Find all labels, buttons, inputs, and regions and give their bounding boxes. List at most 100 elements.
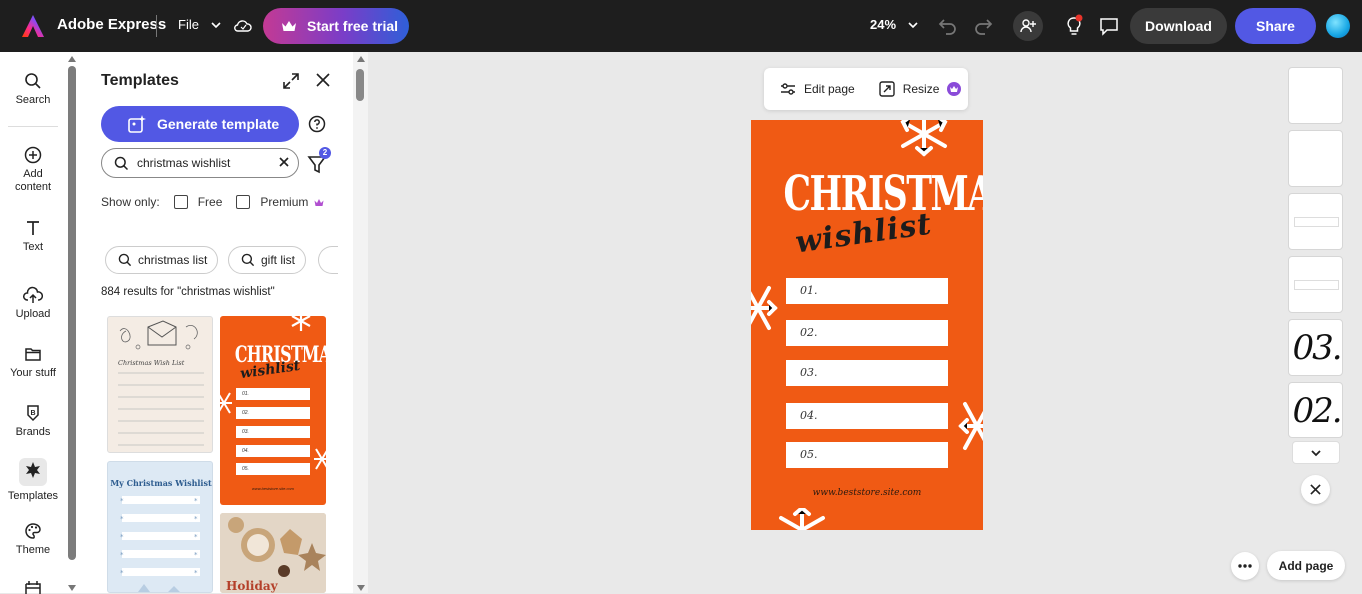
svg-text:*: *	[120, 515, 124, 523]
page-thumbnail-3[interactable]	[1288, 193, 1343, 250]
close-pages-button[interactable]	[1301, 475, 1330, 504]
redo-icon[interactable]	[971, 14, 995, 38]
rail-scrollbar-thumb[interactable]	[68, 66, 76, 560]
thumb-strip: 01.	[236, 388, 310, 400]
template-thumb-holiday-cookies[interactable]: Holiday	[220, 513, 326, 593]
active-indicator	[19, 458, 47, 486]
start-free-trial-button[interactable]: Start free trial	[263, 8, 409, 44]
chevron-down-icon	[1311, 449, 1321, 456]
expand-icon[interactable]	[282, 72, 300, 90]
free-checkbox[interactable]	[173, 195, 188, 209]
templates-icon	[26, 462, 40, 478]
rail-label: Brands	[15, 426, 51, 438]
thumb-strip: 02.	[236, 407, 310, 419]
scroll-up-icon[interactable]	[68, 56, 76, 62]
svg-text:*: *	[120, 533, 124, 541]
generate-template-button[interactable]: Generate template	[101, 106, 299, 142]
page-thumbnail-5[interactable]: 03.	[1288, 319, 1343, 376]
panel-scrollbar-thumb[interactable]	[356, 69, 364, 101]
wishlist-strip-2[interactable]: 02.	[786, 320, 948, 346]
edit-page-button[interactable]: Edit page	[780, 82, 855, 96]
chip-label: gift list	[261, 253, 296, 267]
crown-icon	[282, 21, 296, 31]
cloud-sync-icon[interactable]	[233, 16, 253, 36]
thumb-strip	[1295, 218, 1338, 226]
list-lines: * * * * * * * * * *	[120, 496, 200, 592]
wishlist-strip-1[interactable]: 01.	[786, 278, 948, 304]
thumb-title: My Christmas Wishlist	[110, 478, 212, 488]
avatar[interactable]	[1326, 14, 1350, 38]
template-thumb-christmas-wishlist-orange[interactable]: CHRISTMAS wishlist 01. 02. 03. 04. 05. w…	[220, 316, 326, 505]
template-thumb-my-christmas-wishlist[interactable]: My Christmas Wishlist * * * * * * * * * *	[107, 461, 213, 593]
wishlist-strip-4[interactable]: 04.	[786, 403, 948, 429]
rail-item-search[interactable]: Search	[0, 72, 66, 106]
more-options-button[interactable]	[1231, 552, 1259, 580]
rail-item-text[interactable]: Text	[0, 219, 66, 253]
share-button[interactable]: Share	[1235, 8, 1316, 44]
rail-item-theme[interactable]: Theme	[0, 522, 66, 556]
thumb-strip: 03.	[236, 426, 310, 438]
comment-icon[interactable]	[1097, 14, 1121, 38]
clear-search-icon[interactable]	[278, 156, 290, 168]
search-icon	[114, 156, 129, 170]
svg-text:*: *	[194, 551, 198, 559]
snowflake-icon	[220, 392, 232, 414]
rail-label: Search	[15, 94, 51, 106]
generate-label: Generate template	[157, 116, 280, 132]
search-icon	[25, 73, 41, 89]
chevron-down-icon	[211, 21, 221, 28]
close-icon[interactable]	[315, 72, 331, 88]
page-thumbnail-1[interactable]	[1288, 67, 1343, 124]
zoom-dropdown[interactable]: 24%	[870, 17, 918, 32]
rail-item-templates[interactable]: Templates	[0, 458, 66, 502]
svg-text:*: *	[120, 569, 124, 577]
suggestion-chip-partial[interactable]	[318, 246, 338, 274]
plus-circle-icon	[24, 146, 42, 164]
panel-scrollbar[interactable]	[353, 52, 368, 593]
template-search-input[interactable]: christmas wishlist	[101, 148, 299, 178]
suggestion-chip-gift-list[interactable]: gift list	[228, 246, 307, 274]
wishlist-strip-5[interactable]: 05.	[786, 442, 948, 468]
undo-icon[interactable]	[936, 14, 960, 38]
calendar-icon[interactable]	[24, 580, 42, 594]
rail-label: Upload	[15, 308, 51, 320]
design-url[interactable]: www.beststore.site.com	[751, 488, 983, 498]
file-label: File	[178, 17, 199, 32]
template-thumb-christmas-wish-list[interactable]: Christmas Wish List	[107, 316, 213, 453]
show-only-label: Show only:	[101, 195, 160, 209]
rail-item-brands[interactable]: B Brands	[0, 404, 66, 438]
page-thumbnail-2[interactable]	[1288, 130, 1343, 187]
text-icon	[27, 221, 39, 235]
rail-item-your-stuff[interactable]: Your stuff	[0, 345, 66, 379]
free-label: Free	[197, 195, 223, 209]
page-thumbnail-6[interactable]: 02.	[1288, 382, 1343, 438]
scroll-pages-down-button[interactable]	[1292, 441, 1340, 464]
search-icon	[241, 253, 255, 267]
rail-item-add-content[interactable]: Add content	[0, 146, 66, 194]
scroll-down-icon[interactable]	[357, 585, 365, 591]
page-thumbnail-4[interactable]	[1288, 256, 1343, 313]
scroll-up-icon[interactable]	[357, 56, 365, 62]
lightbulb-icon[interactable]	[1062, 14, 1086, 38]
premium-checkbox[interactable]	[236, 195, 251, 209]
thumb-strip	[1295, 281, 1338, 289]
rail-item-upload[interactable]: Upload	[0, 286, 66, 320]
divider	[156, 15, 157, 37]
file-menu[interactable]: File	[178, 17, 221, 32]
design-canvas[interactable]: CHRISTMAS wishlist 01. 02. 03. 04. 05. w…	[751, 120, 983, 530]
invite-button[interactable]	[1013, 11, 1043, 41]
wishlist-strip-3[interactable]: 03.	[786, 360, 948, 386]
palette-icon	[25, 523, 41, 539]
divider	[8, 126, 58, 127]
resize-button[interactable]: Resize	[879, 81, 962, 97]
envelope-doodle-icon	[119, 320, 198, 350]
add-page-button[interactable]: Add page	[1267, 551, 1345, 580]
scroll-down-icon[interactable]	[68, 585, 76, 591]
download-button[interactable]: Download	[1130, 8, 1227, 44]
help-icon[interactable]	[308, 115, 326, 133]
suggestion-chip-christmas-list[interactable]: christmas list	[105, 246, 219, 274]
svg-text:B: B	[30, 410, 35, 417]
trial-label: Start free trial	[307, 18, 399, 34]
adobe-express-logo[interactable]	[20, 13, 46, 39]
page-thumb-number: 02.	[1292, 391, 1342, 431]
